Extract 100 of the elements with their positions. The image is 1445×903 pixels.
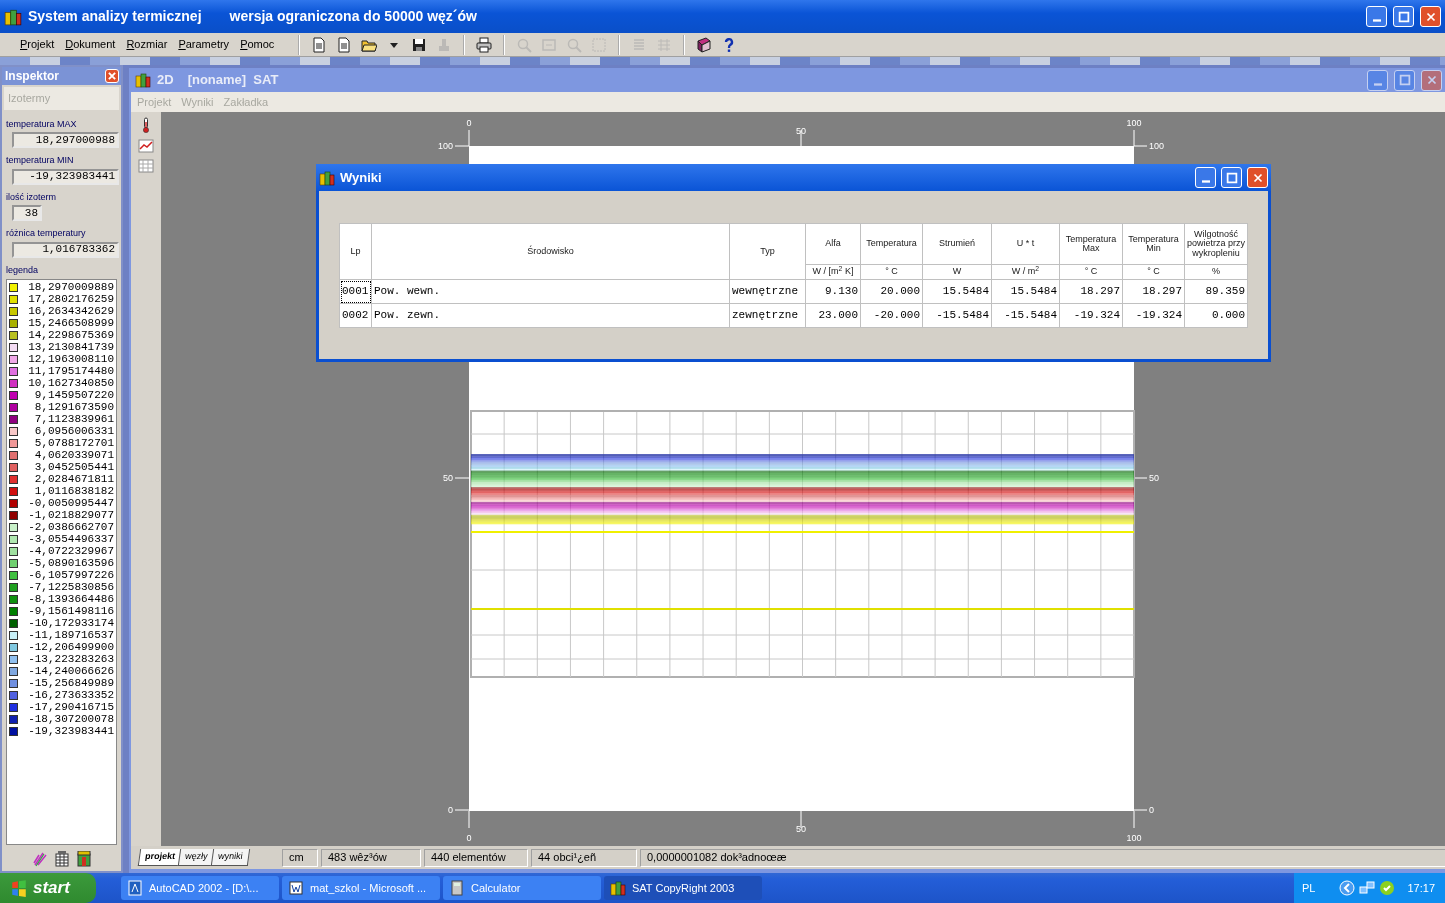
legend-value: -7,1225830856 [27, 581, 114, 593]
ruler-label: 50 [796, 824, 806, 834]
maximize-button[interactable] [1393, 6, 1414, 27]
legend-value: 14,2298675369 [27, 329, 114, 341]
status-field: 0,0000001082 dok³adnoœæ [640, 848, 1445, 867]
legend-value: -12,206499900 [27, 641, 114, 653]
sheet-tab[interactable]: węzły [177, 849, 215, 866]
windows-logo-icon [10, 879, 28, 897]
legend-value: -10,172933174 [27, 617, 114, 629]
value-field[interactable]: 38 [12, 205, 42, 221]
app-icon [610, 880, 626, 896]
value-field[interactable]: 1,016783362 [12, 241, 119, 258]
table-cell: 18.297 [1059, 279, 1123, 304]
legend-value: 9,1459507220 [33, 389, 114, 401]
table-cell: Pow. wewn. [371, 279, 730, 304]
ruler-label: 0 [466, 833, 472, 843]
grid-table-icon[interactable] [53, 851, 70, 867]
network-icon[interactable] [1359, 880, 1376, 896]
minimize-button[interactable] [1195, 167, 1216, 188]
minimize-button[interactable] [1366, 6, 1387, 27]
minimize-icon [1201, 180, 1210, 183]
legend-value: 13,2130841739 [27, 341, 114, 353]
sheet-tab[interactable]: wyniki [210, 849, 250, 866]
column-header: Temperatura [860, 223, 923, 265]
status-field: 44 obci¹¿eñ [531, 848, 637, 867]
ruler-label: 0 [448, 805, 453, 815]
legend-value: -5,0890163596 [27, 557, 114, 569]
close-button[interactable] [1420, 6, 1441, 27]
table-cell: 18.297 [1122, 279, 1185, 304]
table-cell: -15.5484 [991, 303, 1060, 328]
ruler-label: 50 [443, 473, 453, 483]
maximize-icon [1224, 170, 1239, 185]
column-header: Lp [339, 223, 372, 280]
menu-item[interactable]: Projekt [16, 34, 59, 55]
unit-header: ° C [1122, 264, 1185, 280]
table-colored-icon[interactable] [75, 851, 92, 867]
maximize-button[interactable] [1221, 167, 1242, 188]
table-cell: Pow. zewn. [371, 303, 730, 328]
legend-value: 7,1123839961 [33, 413, 114, 425]
table-cell: 15.5484 [922, 279, 992, 304]
ruler-label: 100 [1126, 118, 1142, 128]
dialog-title: Wyniki [340, 168, 382, 187]
unit-header: W / m$^{2}$ [991, 264, 1060, 280]
window-subtitle: wersja ograniczona do 50000 węz´ów [229, 7, 477, 26]
legend-value: 17,2802176259 [27, 293, 114, 305]
minimize-icon [1373, 82, 1382, 86]
legend-value: -2,0386662707 [27, 521, 114, 533]
taskbar-button[interactable]: mat_szkol - Microsoft ... [282, 876, 440, 900]
legend-label: legenda [5, 263, 40, 277]
ruler-label: 0 [1149, 805, 1154, 815]
ruler-label: 100 [1126, 833, 1142, 843]
maximize-button[interactable] [1394, 69, 1415, 91]
status-field: cm [282, 848, 318, 867]
menu-item[interactable]: Rozmiar [122, 34, 172, 55]
field-label: różnica temperatury [5, 227, 87, 240]
field-label: temperatura MAX [5, 117, 78, 131]
table-cell: -19.324 [1059, 303, 1123, 328]
taskbar-button[interactable]: Calculator [443, 876, 601, 900]
minimize-icon [1372, 19, 1381, 22]
menu-item[interactable]: Parametry [174, 34, 234, 55]
app-icon [319, 169, 335, 186]
taskbar-button[interactable]: SAT CopyRight 2003 [604, 876, 762, 900]
column-header: Typ [729, 223, 806, 280]
column-header: Temperatura Max [1059, 223, 1123, 265]
ruler-label: 100 [437, 141, 453, 151]
legend-value: 6,0956006331 [33, 425, 114, 437]
maximize-icon [1397, 73, 1412, 87]
column-header: Środowisko [371, 223, 730, 280]
legend-value: -18,307200078 [27, 713, 114, 725]
table-cell: -20.000 [860, 303, 923, 328]
menu-item[interactable]: Pomoc [236, 34, 279, 55]
close-button[interactable] [1247, 167, 1268, 188]
close-button[interactable] [105, 69, 119, 83]
ruler-label: 50 [796, 126, 806, 136]
taskbar-button[interactable]: AutoCAD 2002 - [D:\... [121, 876, 279, 900]
line-chart-icon[interactable] [138, 138, 154, 154]
app-icon [135, 72, 151, 88]
legend-value: 1,0116838182 [33, 485, 114, 497]
unit-header: W / [m$^{2}$ K] [805, 264, 861, 280]
legend-value: 10,1627340850 [27, 377, 114, 389]
legend-value: -15,256849989 [27, 677, 114, 689]
table-cell: wewnętrzne [729, 279, 806, 304]
legend-value: -1,0218829077 [27, 509, 114, 521]
minimize-button[interactable] [1367, 69, 1388, 91]
value-field[interactable]: -19,323983441 [12, 168, 119, 185]
ruler-label: 50 [1149, 473, 1159, 483]
app-icon [4, 7, 22, 26]
column-header: U * t [991, 223, 1060, 265]
close-button[interactable] [1421, 69, 1442, 91]
start-button[interactable]: start [0, 873, 96, 903]
sheet-tab[interactable]: projekt [137, 849, 183, 866]
table-cell: 0.000 [1184, 303, 1248, 328]
chevron-icon[interactable] [1339, 880, 1356, 896]
grid-icon[interactable] [138, 158, 154, 174]
window-title: System analizy termicznej [28, 7, 202, 26]
legend-value: -4,0722329967 [27, 545, 114, 557]
column-header: Wilgotność powietrza przy wykropleniu [1184, 223, 1248, 265]
value-field[interactable]: 18,297000988 [12, 132, 119, 148]
pencils-icon[interactable] [31, 851, 48, 867]
menu-item[interactable]: Dokument [61, 34, 120, 55]
